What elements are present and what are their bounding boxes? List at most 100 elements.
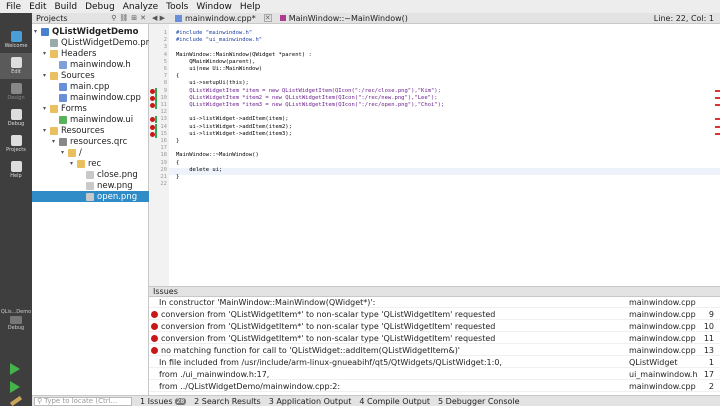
tree-item[interactable]: ▾ Forms (43, 103, 87, 114)
scrollbar-error-mark (715, 132, 720, 135)
tree-twisty-icon[interactable]: ▾ (43, 50, 50, 57)
mode-design[interactable]: Design (0, 79, 32, 105)
close-document-button[interactable]: ✕ (260, 14, 276, 22)
code-line[interactable]: #include "ui_mainwindow.h" (176, 37, 262, 44)
output-pane-tab[interactable]: 4 Compile Output (359, 397, 430, 406)
output-pane-tab[interactable]: 1 Issues 28 (140, 397, 187, 406)
mode-edit[interactable]: Edit (0, 53, 32, 79)
tree-twisty-icon[interactable]: ▾ (61, 149, 68, 156)
panel-title[interactable]: Projects (36, 14, 68, 23)
output-pane-tab[interactable]: 5 Debugger Console (438, 397, 520, 406)
kit-selector[interactable]: QLis...Demo Debug (0, 309, 32, 331)
tree-item[interactable]: main.cpp (52, 81, 109, 92)
design-icon (10, 83, 22, 94)
tree-item[interactable]: ▾ / (61, 147, 82, 158)
tree-twisty-icon[interactable]: ▾ (70, 160, 77, 167)
tree-item[interactable]: ▾ Resources (43, 125, 104, 136)
code-line[interactable]: ui->setupUi(this); (176, 80, 249, 87)
tree-item[interactable]: open.png (32, 191, 149, 202)
menu-edit[interactable]: Edit (29, 2, 46, 12)
debug-run-button[interactable] (10, 381, 20, 393)
issue-row[interactable]: conversion from 'QListWidgetItem*' to no… (149, 321, 720, 332)
issue-file: QListWidget (629, 357, 678, 367)
issue-message: conversion from 'QListWidgetItem*' to no… (161, 321, 496, 331)
tree-item[interactable]: ▾ resources.qrc (52, 136, 127, 147)
search-icon: ⚲ (37, 397, 43, 405)
image-file-icon (86, 170, 94, 179)
issue-message: In constructor 'MainWindow::MainWindow(Q… (159, 297, 376, 307)
tree-item[interactable]: mainwindow.ui (52, 114, 133, 125)
code-line[interactable]: QListWidgetItem *item = new QListWidgetI… (176, 88, 441, 95)
tree-twisty-icon[interactable]: ▾ (43, 127, 50, 134)
issue-row[interactable]: from ./ui_mainwindow.h:17, ui_mainwindow.… (149, 369, 720, 380)
line-number: 19 (160, 159, 167, 166)
tree-item[interactable]: ▾ rec (70, 158, 101, 169)
output-pane-tab[interactable]: 2 Search Results (194, 397, 261, 406)
line-number: 21 (160, 174, 167, 180)
code-line[interactable]: delete ui; (176, 167, 222, 174)
tree-item[interactable]: mainwindow.h (52, 59, 131, 70)
output-pane-tab[interactable]: 3 Application Output (269, 397, 352, 406)
issue-row[interactable]: conversion from 'QListWidgetItem*' to no… (149, 333, 720, 344)
code-line[interactable]: } (176, 174, 179, 181)
tree-twisty-icon[interactable]: ▾ (43, 72, 50, 79)
filter-icon[interactable]: ⚲ (111, 14, 116, 22)
code-line[interactable]: QListWidgetItem *item2 = new QListWidget… (176, 95, 437, 102)
code-editor[interactable]: 1 #include "mainwindow.h" 2 #include "ui_ma… (149, 24, 720, 286)
run-button[interactable] (10, 363, 20, 375)
tree-item[interactable]: new.png (79, 180, 133, 191)
tree-twisty-icon[interactable]: ▾ (34, 28, 41, 35)
mode-projects[interactable]: Projects (0, 131, 32, 157)
tree-twisty-icon[interactable]: ▾ (43, 105, 50, 112)
code-line[interactable]: } (176, 138, 179, 145)
menu-tools[interactable]: Tools (166, 2, 188, 12)
menu-help[interactable]: Help (240, 2, 261, 12)
grid-icon (10, 31, 22, 42)
mode-welcome[interactable]: Welcome (0, 27, 32, 53)
tree-twisty-icon[interactable]: ▾ (52, 138, 59, 145)
document-tab[interactable]: mainwindow.cpp* (171, 14, 260, 23)
menu-analyze[interactable]: Analyze (123, 2, 158, 12)
build-hammer-icon[interactable] (9, 395, 23, 406)
menu-file[interactable]: File (6, 2, 21, 12)
issue-row[interactable]: no matching function for call to 'QListW… (149, 345, 720, 356)
issue-row[interactable]: In file included from /usr/include/arm-l… (149, 357, 720, 368)
code-line[interactable]: MainWindow::MainWindow(QWidget *parent) … (176, 52, 312, 59)
split-icon[interactable]: ⊞ (131, 14, 137, 22)
code-line[interactable]: QListWidgetItem *item3 = new QListWidget… (176, 102, 444, 109)
menu-build[interactable]: Build (55, 2, 78, 12)
code-line[interactable]: #include "mainwindow.h" (176, 30, 252, 37)
ui-file-icon (59, 115, 67, 124)
link-icon[interactable]: ⛓ (119, 14, 128, 22)
tree-item[interactable]: mainwindow.cpp (52, 92, 141, 103)
issues-count-badge: 28 (174, 397, 187, 405)
issue-row[interactable]: In constructor 'MainWindow::MainWindow(Q… (149, 297, 720, 308)
menu-debug[interactable]: Debug (85, 2, 115, 12)
tree-item[interactable]: close.png (79, 169, 138, 180)
mode-help[interactable]: Help (0, 157, 32, 183)
code-line[interactable]: ui->listWidget->addItem(item3); (176, 131, 292, 138)
issue-row[interactable]: from ../QListWidgetDemo/mainwindow.cpp:2… (149, 381, 720, 392)
locator-input[interactable]: ⚲ Type to locate (Ctrl... (34, 396, 132, 406)
menu-window[interactable]: Window (196, 2, 232, 12)
mode-debug[interactable]: Debug (0, 105, 32, 131)
issue-row[interactable]: conversion from 'QListWidgetItem*' to no… (149, 309, 720, 320)
code-line[interactable]: QMainWindow(parent), (176, 59, 255, 66)
tree-item-label: Forms (61, 103, 87, 114)
close-panel-icon[interactable]: ✕ (140, 14, 146, 22)
code-line[interactable]: { (176, 160, 179, 167)
code-line[interactable]: ui(new Ui::MainWindow) (176, 66, 262, 73)
tree-item[interactable]: ▾ Headers (43, 48, 96, 59)
file-icon (50, 38, 58, 47)
code-line[interactable]: ui->listWidget->addItem(item); (176, 116, 288, 123)
issue-line: 1 (708, 357, 714, 367)
nav-arrows-icon[interactable]: ◀ ▶ (149, 14, 171, 22)
code-line[interactable]: { (176, 73, 179, 80)
code-line[interactable]: ui->listWidget->addItem(item2); (176, 124, 292, 131)
issue-line: 13 (703, 345, 714, 355)
symbol-selector[interactable]: MainWindow::~MainWindow() (276, 14, 412, 23)
tree-item[interactable]: ▾ Sources (43, 70, 95, 81)
tree-item[interactable]: QListWidgetDemo.pro (43, 37, 154, 48)
tree-item[interactable]: ▾ QListWidgetDemo (34, 26, 138, 37)
code-line[interactable]: MainWindow::~MainWindow() (176, 152, 259, 159)
